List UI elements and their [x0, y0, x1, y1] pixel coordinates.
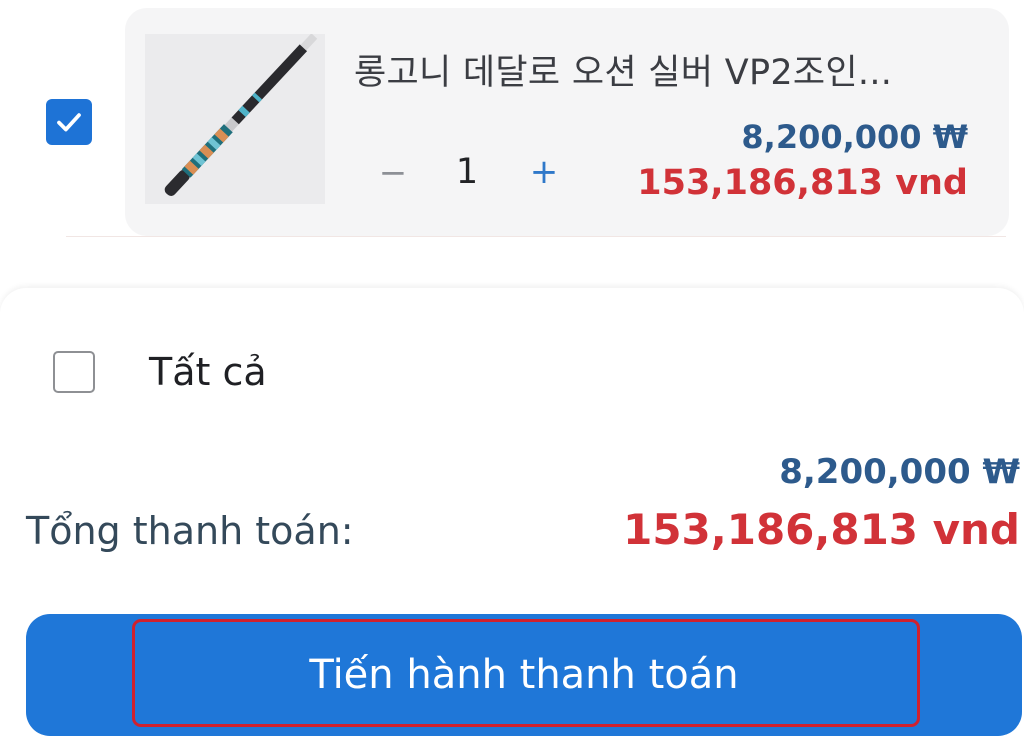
product-name[interactable]: 롱고니 데달로 오션 실버 VP2조인...: [354, 44, 892, 95]
total-price-vnd: 153,186,813 vnd: [623, 505, 1020, 554]
quantity-value[interactable]: 1: [446, 150, 488, 194]
checkmark-icon: [57, 113, 81, 132]
select-all-checkbox[interactable]: [53, 351, 95, 393]
total-label: Tổng thanh toán:: [26, 509, 354, 553]
checkout-button[interactable]: [26, 614, 1022, 736]
billiard-cue-image: [145, 33, 325, 204]
item-price-vnd: 153,186,813 vnd: [637, 163, 968, 203]
quantity-decrease-button[interactable]: −: [378, 153, 408, 193]
item-checkbox[interactable]: [46, 99, 92, 145]
quantity-increase-button[interactable]: +: [528, 152, 560, 192]
product-image[interactable]: [145, 33, 325, 204]
item-divider: [66, 236, 1006, 237]
total-price-krw: 8,200,000 ₩: [779, 452, 1020, 492]
select-all-label[interactable]: Tất cả: [149, 350, 267, 394]
item-price-krw: 8,200,000 ₩: [741, 118, 968, 156]
